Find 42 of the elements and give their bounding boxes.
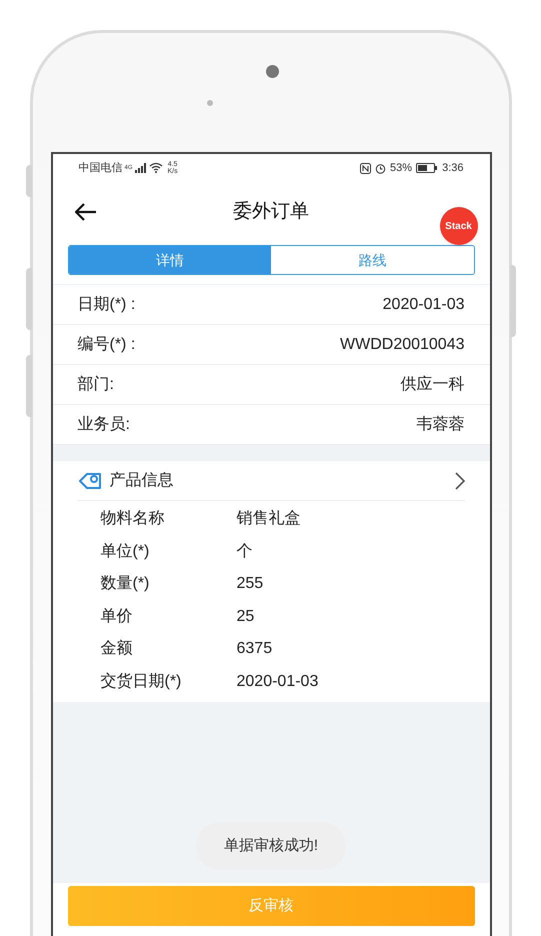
field-label: 日期(*) : xyxy=(78,294,136,314)
section-title: 产品信息 xyxy=(110,470,174,490)
battery-icon xyxy=(416,163,438,173)
field-value: 韦蓉蓉 xyxy=(416,414,464,434)
unapprove-button[interactable]: 反审核 xyxy=(68,886,474,926)
item-value: 25 xyxy=(236,606,254,627)
nfc-icon xyxy=(360,162,372,174)
field-label: 业务员: xyxy=(78,414,130,434)
chevron-right-icon[interactable] xyxy=(454,472,464,490)
clock-time: 3:36 xyxy=(442,160,464,176)
item-label: 物料名称 xyxy=(100,508,166,530)
item-value: 2020-01-03 xyxy=(236,672,318,692)
side-button[interactable] xyxy=(510,265,516,337)
field-value: 2020-01-03 xyxy=(382,294,464,314)
page-title: 委外订单 xyxy=(232,200,310,224)
tag-icon xyxy=(78,472,102,490)
carrier-name: 中国电信 xyxy=(78,160,122,176)
item-value: 6375 xyxy=(236,639,272,660)
side-button[interactable] xyxy=(26,268,32,330)
item-label: 数量(*) xyxy=(100,574,150,594)
item-value: 销售礼盒 xyxy=(236,508,300,530)
item-label: 交货日期(*) xyxy=(100,672,182,692)
item-label: 单价 xyxy=(100,606,134,627)
stack-badge[interactable]: Stack xyxy=(440,207,478,245)
side-button[interactable] xyxy=(26,355,32,417)
toast-message: 单据审核成功! xyxy=(196,822,346,870)
field-label: 编号(*) : xyxy=(78,334,136,354)
camera-icon xyxy=(266,65,279,78)
sensor-icon xyxy=(207,100,213,106)
signal-icon xyxy=(134,163,147,173)
field-value: 供应一科 xyxy=(400,374,464,394)
side-button[interactable] xyxy=(26,165,32,197)
item-value: 255 xyxy=(236,574,264,594)
back-arrow-icon[interactable] xyxy=(74,203,96,221)
item-label: 金额 xyxy=(100,638,134,660)
item-value: 个 xyxy=(236,542,252,562)
field-label: 部门: xyxy=(78,374,114,394)
battery-percent: 53% xyxy=(390,160,412,176)
wifi-icon xyxy=(148,163,163,173)
tab[interactable]: 详情 xyxy=(68,246,271,274)
item-label: 单位(*) xyxy=(100,542,150,562)
field-value: WWDD20010043 xyxy=(340,334,464,354)
